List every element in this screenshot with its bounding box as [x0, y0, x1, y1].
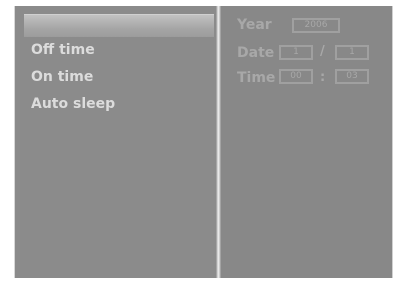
year-label: Year — [237, 17, 272, 33]
menu-selection-bar[interactable] — [24, 14, 214, 37]
date-separator: / — [320, 44, 325, 59]
date-day-field[interactable]: 1 — [335, 45, 369, 60]
time-separator: : — [320, 70, 326, 85]
right-edge-line — [392, 6, 393, 278]
menu-item-auto-sleep[interactable]: Auto sleep — [31, 96, 115, 112]
date-label: Date — [237, 45, 275, 61]
time-minute-field[interactable]: 03 — [335, 69, 369, 84]
menu-item-off-time[interactable]: Off time — [31, 42, 95, 58]
date-month-field[interactable]: 1 — [279, 45, 313, 60]
time-hour-field[interactable]: 00 — [279, 69, 313, 84]
menu-item-on-time[interactable]: On time — [31, 69, 93, 85]
time-label: Time — [237, 70, 276, 86]
year-field[interactable]: 2006 — [292, 18, 340, 33]
